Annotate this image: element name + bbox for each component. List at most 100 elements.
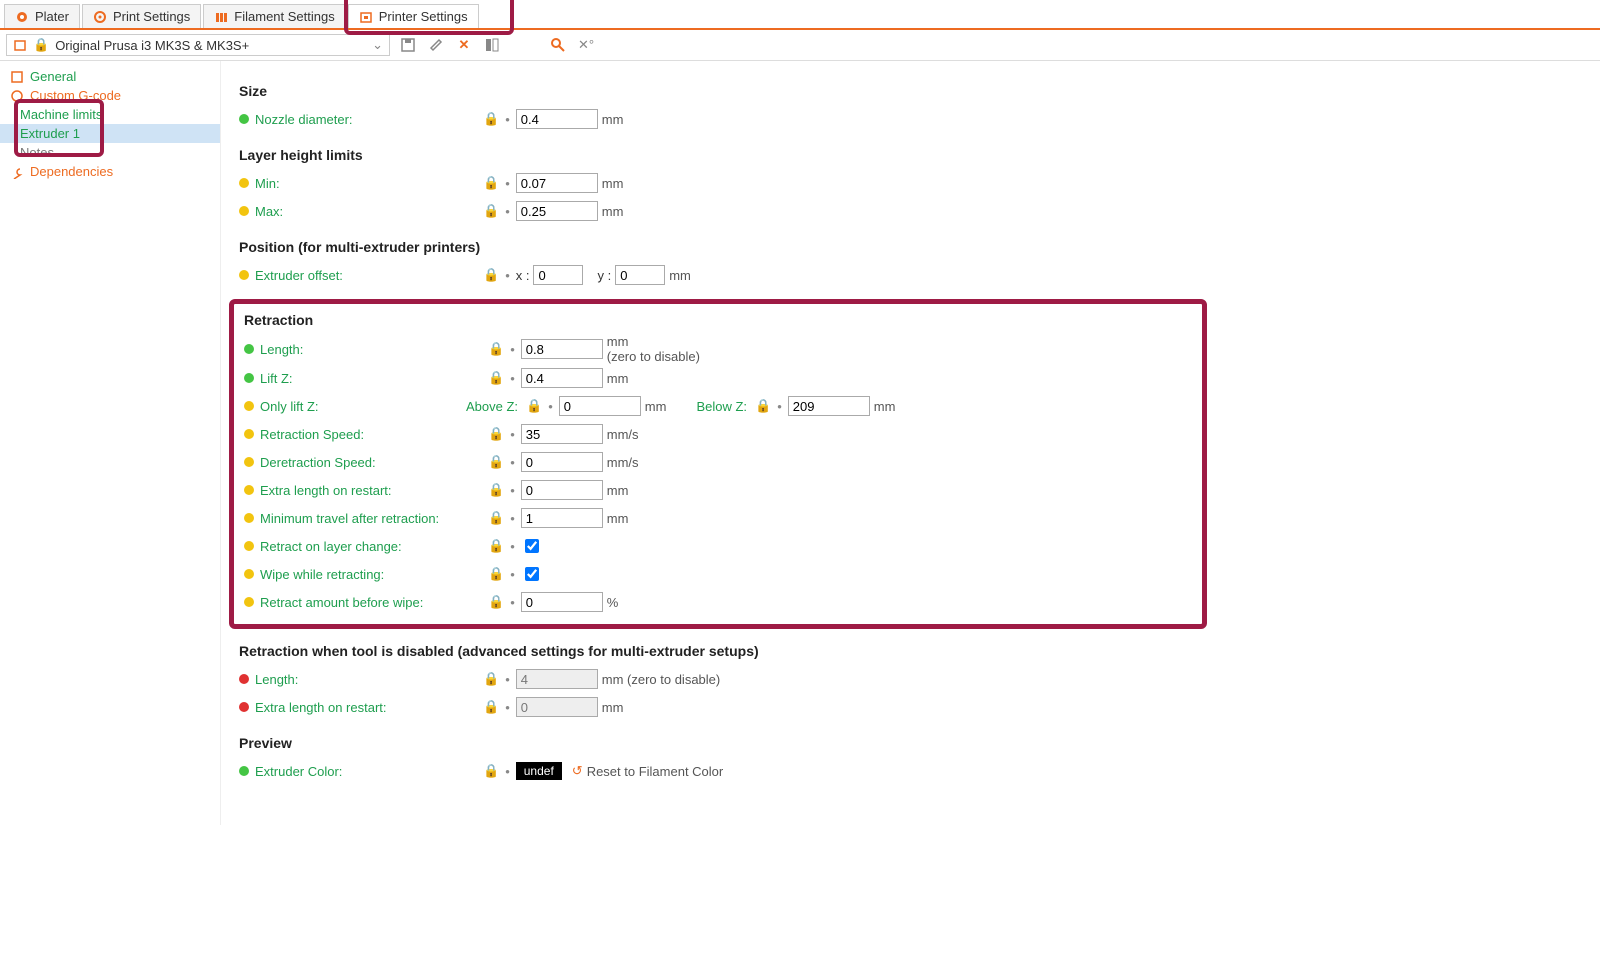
sidebar-general-label: General (30, 69, 76, 84)
nozzle-label: Nozzle diameter: (255, 112, 483, 127)
bullet-icon: • (510, 511, 515, 526)
settings-icon[interactable]: ✕° (576, 35, 596, 55)
tab-plater-label: Plater (35, 9, 69, 24)
amount-label: Retract amount before wipe: (260, 595, 488, 610)
mintravel-label: Minimum travel after retraction: (260, 511, 488, 526)
lock-icon[interactable]: 🔒 (488, 426, 504, 442)
length-note: (zero to disable) (607, 349, 700, 364)
above-input[interactable] (559, 396, 641, 416)
reset-color-label: Reset to Filament Color (587, 764, 724, 779)
lock-icon[interactable]: 🔒 (483, 267, 499, 283)
amount-input[interactable] (521, 592, 603, 612)
tab-print-settings[interactable]: Print Settings (82, 4, 201, 28)
lock-icon[interactable]: 🔒 (483, 111, 499, 127)
mode-dot-icon (244, 513, 254, 523)
liftz-input[interactable] (521, 368, 603, 388)
mode-dot-icon (244, 569, 254, 579)
preset-selector[interactable]: 🔒 Original Prusa i3 MK3S & MK3S+ ⌄ (6, 34, 390, 56)
tab-plater[interactable]: Plater (4, 4, 80, 28)
delete-icon[interactable]: ✕ (454, 35, 474, 55)
mode-dot-icon (244, 344, 254, 354)
mintravel-unit: mm (607, 511, 629, 526)
reset-color-button[interactable]: ↺ Reset to Filament Color (572, 763, 723, 779)
sidebar-deps-label: Dependencies (30, 164, 113, 179)
section-retraction-disabled-title: Retraction when tool is disabled (advanc… (239, 643, 1582, 659)
lock-icon[interactable]: 🔒 (488, 510, 504, 526)
lock-icon: 🔒 (33, 37, 49, 53)
section-retraction-title: Retraction (244, 312, 1194, 328)
tab-printer-settings[interactable]: Printer Settings (348, 4, 479, 28)
color-swatch[interactable]: undef (516, 762, 562, 780)
tab-filament-settings[interactable]: Filament Settings (203, 4, 345, 28)
lock-icon[interactable]: 🔒 (483, 203, 499, 219)
sidebar-gcode-label: Custom G-code (30, 88, 121, 103)
save-icon[interactable] (398, 35, 418, 55)
top-tabs: Plater Print Settings Filament Settings … (0, 0, 1600, 30)
max-input[interactable] (516, 201, 598, 221)
nozzle-unit: mm (602, 112, 624, 127)
section-position-title: Position (for multi-extruder printers) (239, 239, 1582, 255)
bullet-icon: • (510, 567, 515, 582)
lock-icon[interactable]: 🔒 (483, 763, 499, 779)
mode-dot-icon (244, 485, 254, 495)
mode-dot-icon (239, 270, 249, 280)
row-mintravel: Minimum travel after retraction: 🔒 • mm (234, 504, 1194, 532)
sidebar-item-limits[interactable]: Machine limits (0, 105, 220, 124)
bullet-icon: • (505, 268, 510, 283)
row-onlylift: Only lift Z: Above Z: 🔒• mm Below Z: 🔒• … (234, 392, 1194, 420)
lock-icon[interactable]: 🔒 (483, 699, 499, 715)
layerchange-checkbox[interactable] (525, 539, 539, 553)
search-icon[interactable] (548, 35, 568, 55)
lock-icon[interactable]: 🔒 (488, 482, 504, 498)
rspeed-unit: mm/s (607, 427, 639, 442)
compare-icon[interactable] (482, 35, 502, 55)
lock-icon[interactable]: 🔒 (488, 538, 504, 554)
bullet-icon: • (510, 427, 515, 442)
sidebar-item-deps[interactable]: Dependencies (0, 162, 220, 181)
below-label: Below Z: (696, 399, 747, 414)
lock-icon[interactable]: 🔒 (488, 566, 504, 582)
disabled-extra-label: Extra length on restart: (255, 700, 483, 715)
lock-icon[interactable]: 🔒 (526, 398, 542, 414)
sidebar-item-notes[interactable]: Notes (0, 143, 220, 162)
lock-icon[interactable]: 🔒 (483, 671, 499, 687)
extra-input[interactable] (521, 480, 603, 500)
mode-dot-icon (244, 457, 254, 467)
row-length: Length: 🔒• mm (zero to disable) (234, 334, 1194, 364)
mode-dot-icon (239, 114, 249, 124)
lock-icon[interactable]: 🔒 (488, 454, 504, 470)
length-input[interactable] (521, 339, 603, 359)
row-layerchange: Retract on layer change: 🔒• (234, 532, 1194, 560)
rename-icon[interactable] (426, 35, 446, 55)
lock-icon[interactable]: 🔒 (483, 175, 499, 191)
lock-icon[interactable]: 🔒 (488, 341, 504, 357)
sidebar-item-general[interactable]: General (0, 67, 220, 86)
wrench-icon (10, 165, 24, 179)
min-input[interactable] (516, 173, 598, 193)
below-input[interactable] (788, 396, 870, 416)
tab-filament-label: Filament Settings (234, 9, 334, 24)
disabled-length-input (516, 669, 598, 689)
extra-label: Extra length on restart: (260, 483, 488, 498)
lock-icon[interactable]: 🔒 (488, 370, 504, 386)
sidebar-item-extruder[interactable]: Extruder 1 (0, 124, 220, 143)
offset-unit: mm (669, 268, 691, 283)
bullet-icon: • (505, 176, 510, 191)
lock-icon[interactable]: 🔒 (488, 594, 504, 610)
wipe-checkbox[interactable] (525, 567, 539, 581)
dspeed-input[interactable] (521, 452, 603, 472)
disabled-extra-unit: mm (602, 700, 624, 715)
offset-x-input[interactable] (533, 265, 583, 285)
section-size-title: Size (239, 83, 1582, 99)
length-unit: mm (607, 334, 700, 349)
rspeed-input[interactable] (521, 424, 603, 444)
min-unit: mm (602, 176, 624, 191)
offset-y-input[interactable] (615, 265, 665, 285)
max-label: Max: (255, 204, 483, 219)
mintravel-input[interactable] (521, 508, 603, 528)
nozzle-input[interactable] (516, 109, 598, 129)
sidebar-item-gcode[interactable]: Custom G-code (0, 86, 220, 105)
sidebar-notes-label: Notes (20, 145, 54, 160)
section-preview-title: Preview (239, 735, 1582, 751)
lock-icon[interactable]: 🔒 (755, 398, 771, 414)
